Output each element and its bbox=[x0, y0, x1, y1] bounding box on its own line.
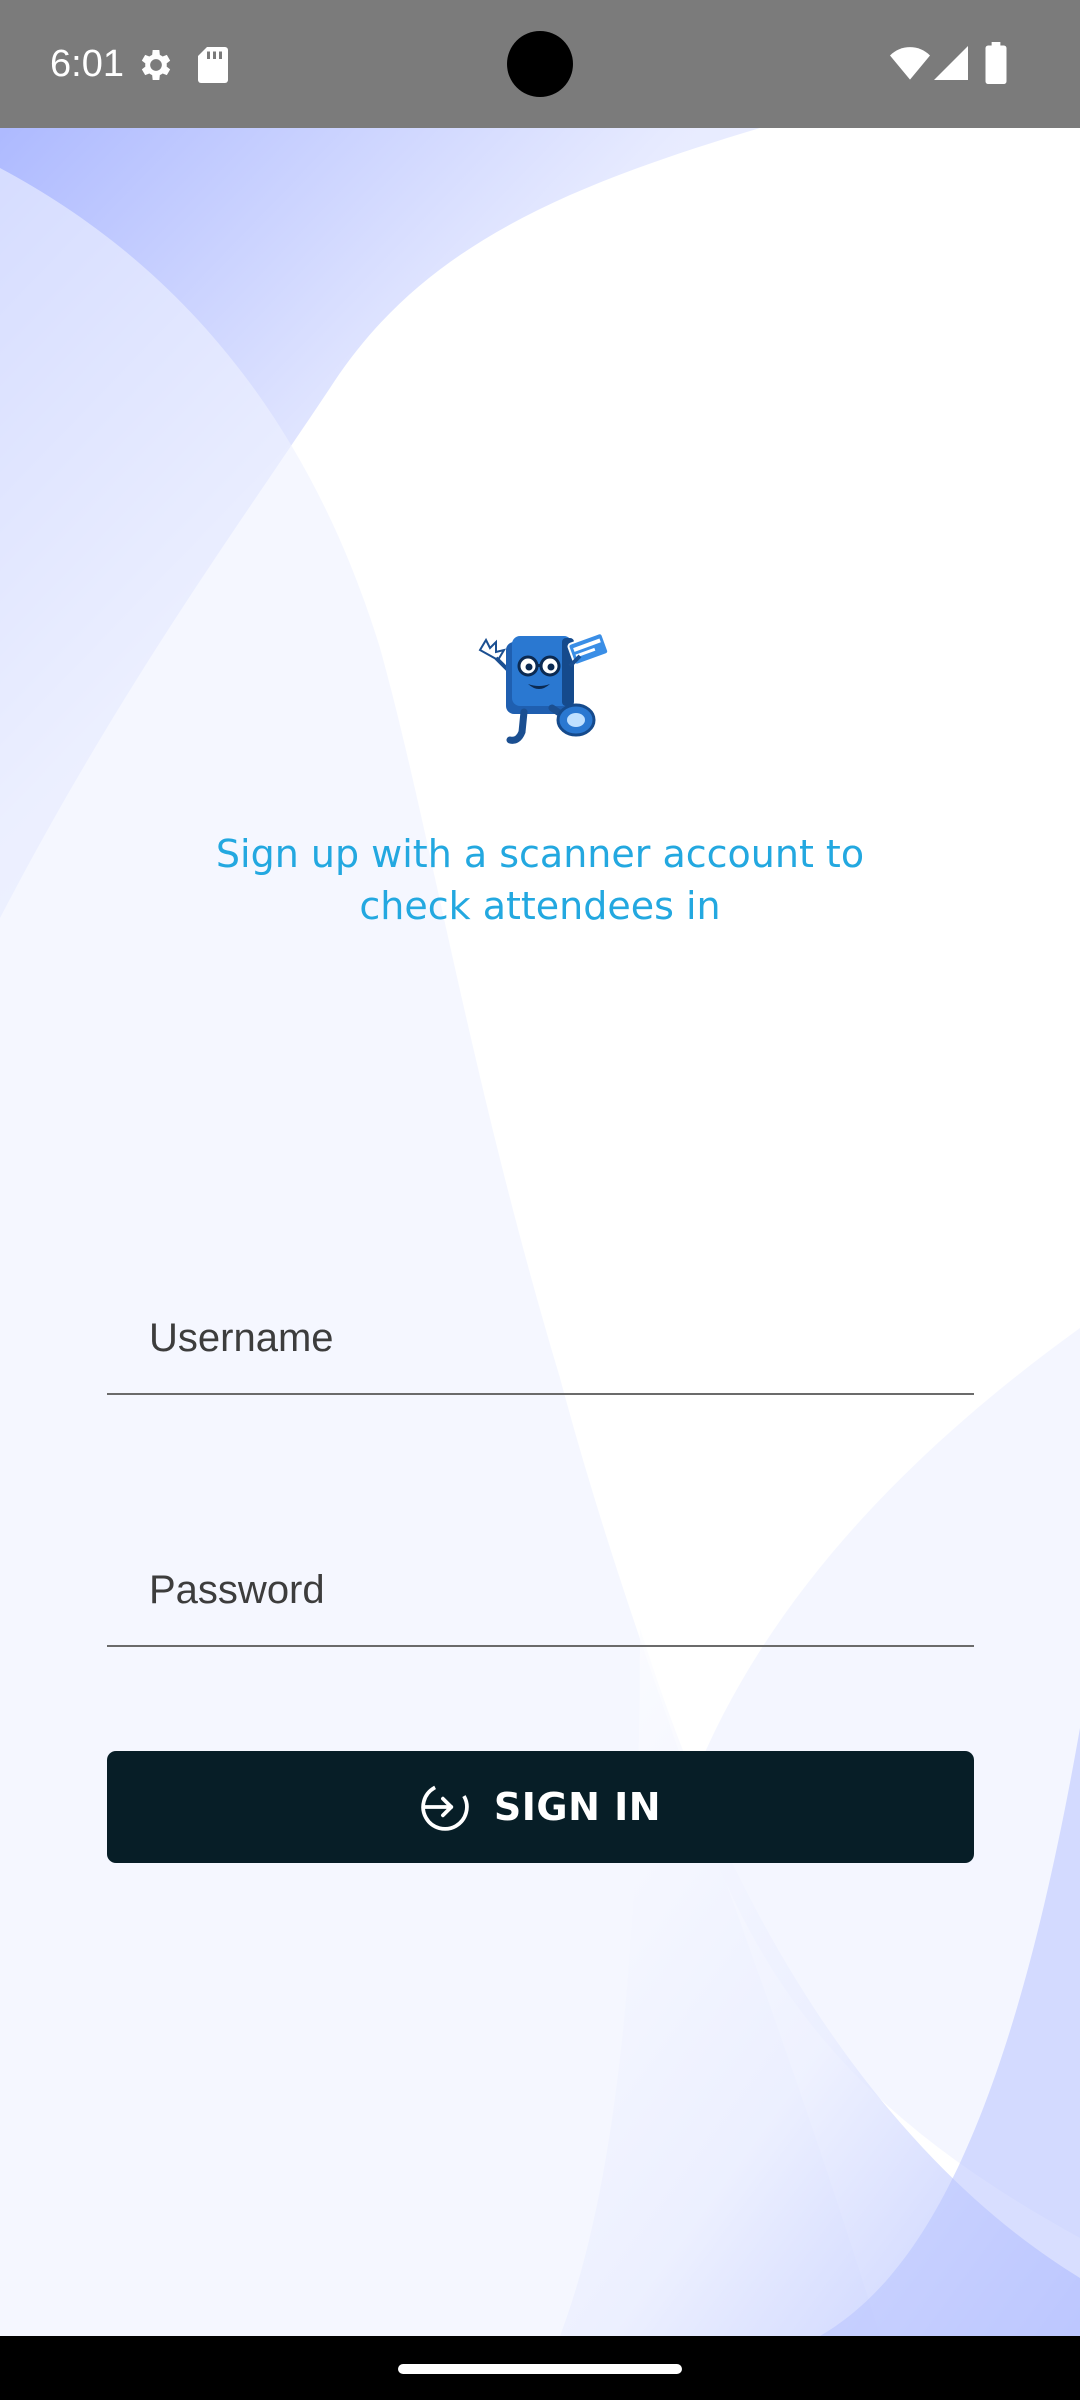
login-content: Sign up with a scanner account to check … bbox=[0, 128, 1080, 2336]
sd-card-icon bbox=[198, 47, 228, 83]
sign-in-button[interactable]: SIGN IN bbox=[107, 1751, 974, 1863]
password-field[interactable] bbox=[107, 1535, 974, 1647]
username-field[interactable] bbox=[107, 1283, 974, 1395]
battery-icon bbox=[985, 42, 1007, 84]
tagline-line-1: Sign up with a scanner account to bbox=[215, 832, 865, 876]
password-input[interactable] bbox=[107, 1535, 974, 1645]
wifi-icon bbox=[890, 47, 930, 80]
tagline-line-2: check attendees in bbox=[359, 884, 721, 928]
tagline: Sign up with a scanner account to check … bbox=[140, 828, 940, 932]
status-time: 6:01 bbox=[50, 43, 124, 85]
mascot-logo bbox=[478, 632, 610, 744]
username-input[interactable] bbox=[107, 1283, 974, 1393]
settings-gear-icon bbox=[141, 50, 171, 80]
camera-cutout bbox=[507, 31, 573, 97]
navigation-bar bbox=[0, 2336, 1080, 2400]
login-screen: 6:01 Sign up with a scanner account to c… bbox=[0, 0, 1080, 2400]
status-bar: 6:01 bbox=[0, 0, 1080, 128]
login-arrow-icon bbox=[421, 1783, 469, 1831]
home-indicator[interactable] bbox=[398, 2364, 682, 2374]
sign-in-label: SIGN IN bbox=[493, 1785, 662, 1829]
background-wave bbox=[0, 128, 1080, 2336]
cellular-signal-icon bbox=[934, 46, 968, 80]
